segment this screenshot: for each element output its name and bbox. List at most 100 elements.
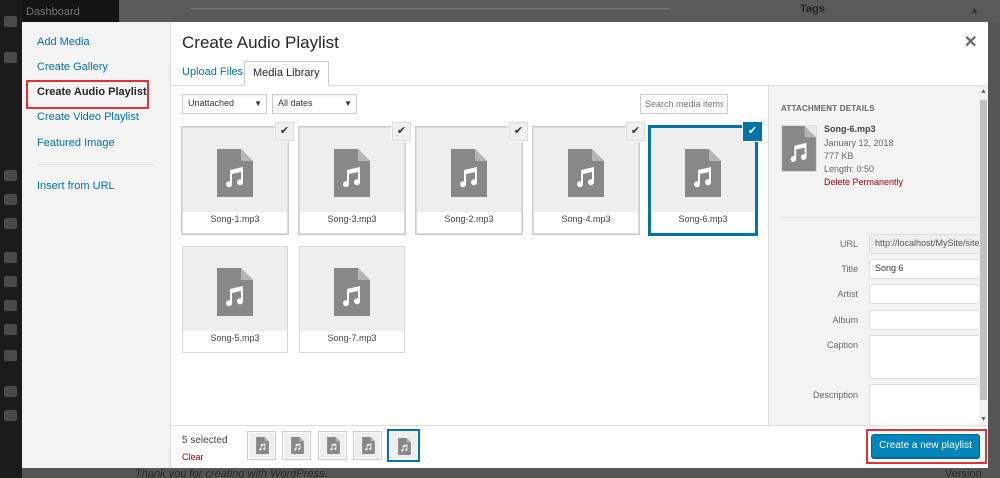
search-input[interactable] (640, 94, 728, 114)
menu-insert-from-url[interactable]: Insert from URL (37, 180, 115, 192)
media-modal: Add Media Create Gallery Create Audio Pl… (22, 22, 988, 468)
media-thumbnail (651, 128, 755, 212)
description-label: Description (812, 390, 858, 400)
audio-file-icon (568, 149, 604, 197)
media-item[interactable]: Song-4.mp3 (533, 127, 639, 234)
wordpress-icon (4, 386, 17, 397)
admin-menu-dashboard: Dashboard (26, 6, 80, 18)
type-filter-value: Unattached (188, 98, 235, 108)
media-item[interactable]: Song-1.mp3 (182, 127, 288, 234)
menu-create-audio-playlist[interactable]: Create Audio Playlist (37, 86, 147, 98)
tab-media-library[interactable]: Media Library (244, 61, 329, 86)
attachment-details-heading: ATTACHMENT DETAILS (781, 104, 875, 113)
media-icon (4, 170, 17, 181)
selection-count: 5 selected (182, 435, 228, 446)
attachment-thumbnail (781, 125, 817, 172)
checkmark-icon[interactable]: ✔ (743, 122, 762, 141)
audio-file-icon (217, 149, 253, 197)
checkmark-icon[interactable]: ✔ (626, 122, 645, 141)
artist-field[interactable] (869, 284, 988, 304)
checkmark-icon[interactable]: ✔ (275, 122, 294, 141)
selection-thumb[interactable] (282, 431, 311, 460)
audio-file-icon (451, 149, 487, 197)
collapse-icon (4, 410, 17, 421)
comments-icon (4, 218, 17, 229)
tags-heading: Tags (800, 3, 825, 15)
audio-file-icon (782, 126, 816, 171)
tags-toggle-icon: ▲ (970, 5, 979, 15)
media-item[interactable]: Song-3.mp3 (299, 127, 405, 234)
media-thumbnail (417, 128, 521, 212)
media-item-focused[interactable]: Song-6.mp3 (648, 125, 758, 236)
media-filename: Song-4.mp3 (561, 214, 611, 224)
checkmark-icon[interactable]: ✔ (509, 122, 528, 141)
media-thumbnail (300, 128, 404, 212)
selection-thumb[interactable] (318, 431, 347, 460)
audio-file-icon (398, 438, 411, 455)
audio-file-icon (217, 268, 253, 316)
media-filename: Song-1.mp3 (210, 214, 260, 224)
audio-file-icon (334, 268, 370, 316)
sidebar-scrollbar[interactable]: ▲ ▼ (979, 86, 988, 425)
album-label: Album (832, 315, 858, 325)
details-separator (781, 217, 977, 218)
media-item[interactable]: Song-7.mp3 (299, 246, 405, 353)
plugins-icon (4, 276, 17, 287)
dashboard-icon (4, 16, 17, 27)
scrollbar-thumb[interactable] (980, 100, 987, 400)
menu-create-gallery[interactable]: Create Gallery (37, 61, 108, 73)
selection-thumb[interactable] (247, 431, 276, 460)
posts-icon (4, 52, 17, 63)
attachment-date: January 12, 2018 (824, 138, 894, 148)
selection-thumb[interactable] (353, 431, 382, 460)
description-field[interactable] (869, 384, 988, 428)
attachment-details-sidebar: ATTACHMENT DETAILS Song-6.mp3 January 12… (768, 86, 988, 428)
date-filter-value: All dates (278, 98, 313, 108)
tab-upload-files[interactable]: Upload Files (174, 61, 251, 86)
menu-featured-image[interactable]: Featured Image (37, 137, 115, 149)
appearance-icon (4, 252, 17, 263)
title-field[interactable]: Song 6 (869, 259, 988, 279)
pages-icon (4, 194, 17, 205)
menu-create-video-playlist[interactable]: Create Video Playlist (37, 111, 139, 123)
checkmark-icon[interactable]: ✔ (392, 122, 411, 141)
audio-file-icon (327, 437, 340, 454)
audio-file-icon (362, 437, 375, 454)
album-field[interactable] (869, 310, 988, 330)
editor-backdrop (119, 0, 1000, 22)
scroll-down-icon[interactable]: ▼ (980, 416, 987, 423)
chevron-down-icon: ▼ (344, 99, 352, 108)
menu-add-media[interactable]: Add Media (37, 36, 90, 48)
media-filename: Song-5.mp3 (210, 333, 260, 343)
admin-footer-version: Version 4.9 (945, 468, 982, 478)
media-menu: Add Media Create Gallery Create Audio Pl… (22, 22, 171, 468)
caption-field[interactable] (869, 335, 988, 379)
url-field[interactable]: http://localhost/MySite/site (869, 234, 988, 254)
modal-title: Create Audio Playlist (182, 33, 339, 52)
url-label: URL (839, 239, 858, 249)
scroll-up-icon[interactable]: ▲ (980, 88, 987, 95)
media-thumbnail (300, 247, 404, 331)
media-thumbnail (183, 128, 287, 212)
media-filename: Song-2.mp3 (444, 214, 494, 224)
audio-file-icon (685, 149, 721, 197)
media-thumbnail (534, 128, 638, 212)
attachment-size: 777 KB (824, 151, 854, 161)
media-item[interactable]: Song-5.mp3 (182, 246, 288, 353)
create-playlist-button[interactable]: Create a new playlist (871, 434, 980, 458)
caption-label: Caption (826, 340, 858, 350)
type-filter-select[interactable]: Unattached ▼ (182, 94, 267, 114)
settings-icon (4, 350, 17, 361)
date-filter-select[interactable]: All dates ▼ (272, 94, 357, 114)
audio-file-icon (256, 437, 269, 454)
clear-selection-link[interactable]: Clear (182, 452, 204, 462)
delete-permanently-link[interactable]: Delete Permanently (824, 177, 903, 187)
artist-label: Artist (837, 289, 858, 299)
media-item[interactable]: Song-2.mp3 (416, 127, 522, 234)
close-icon[interactable]: ✕ (964, 32, 977, 52)
media-filename: Song-3.mp3 (327, 214, 377, 224)
tools-icon (4, 324, 17, 335)
selection-thumb-focused[interactable] (387, 429, 420, 462)
title-label: Title (841, 264, 858, 274)
menu-separator (37, 164, 154, 165)
